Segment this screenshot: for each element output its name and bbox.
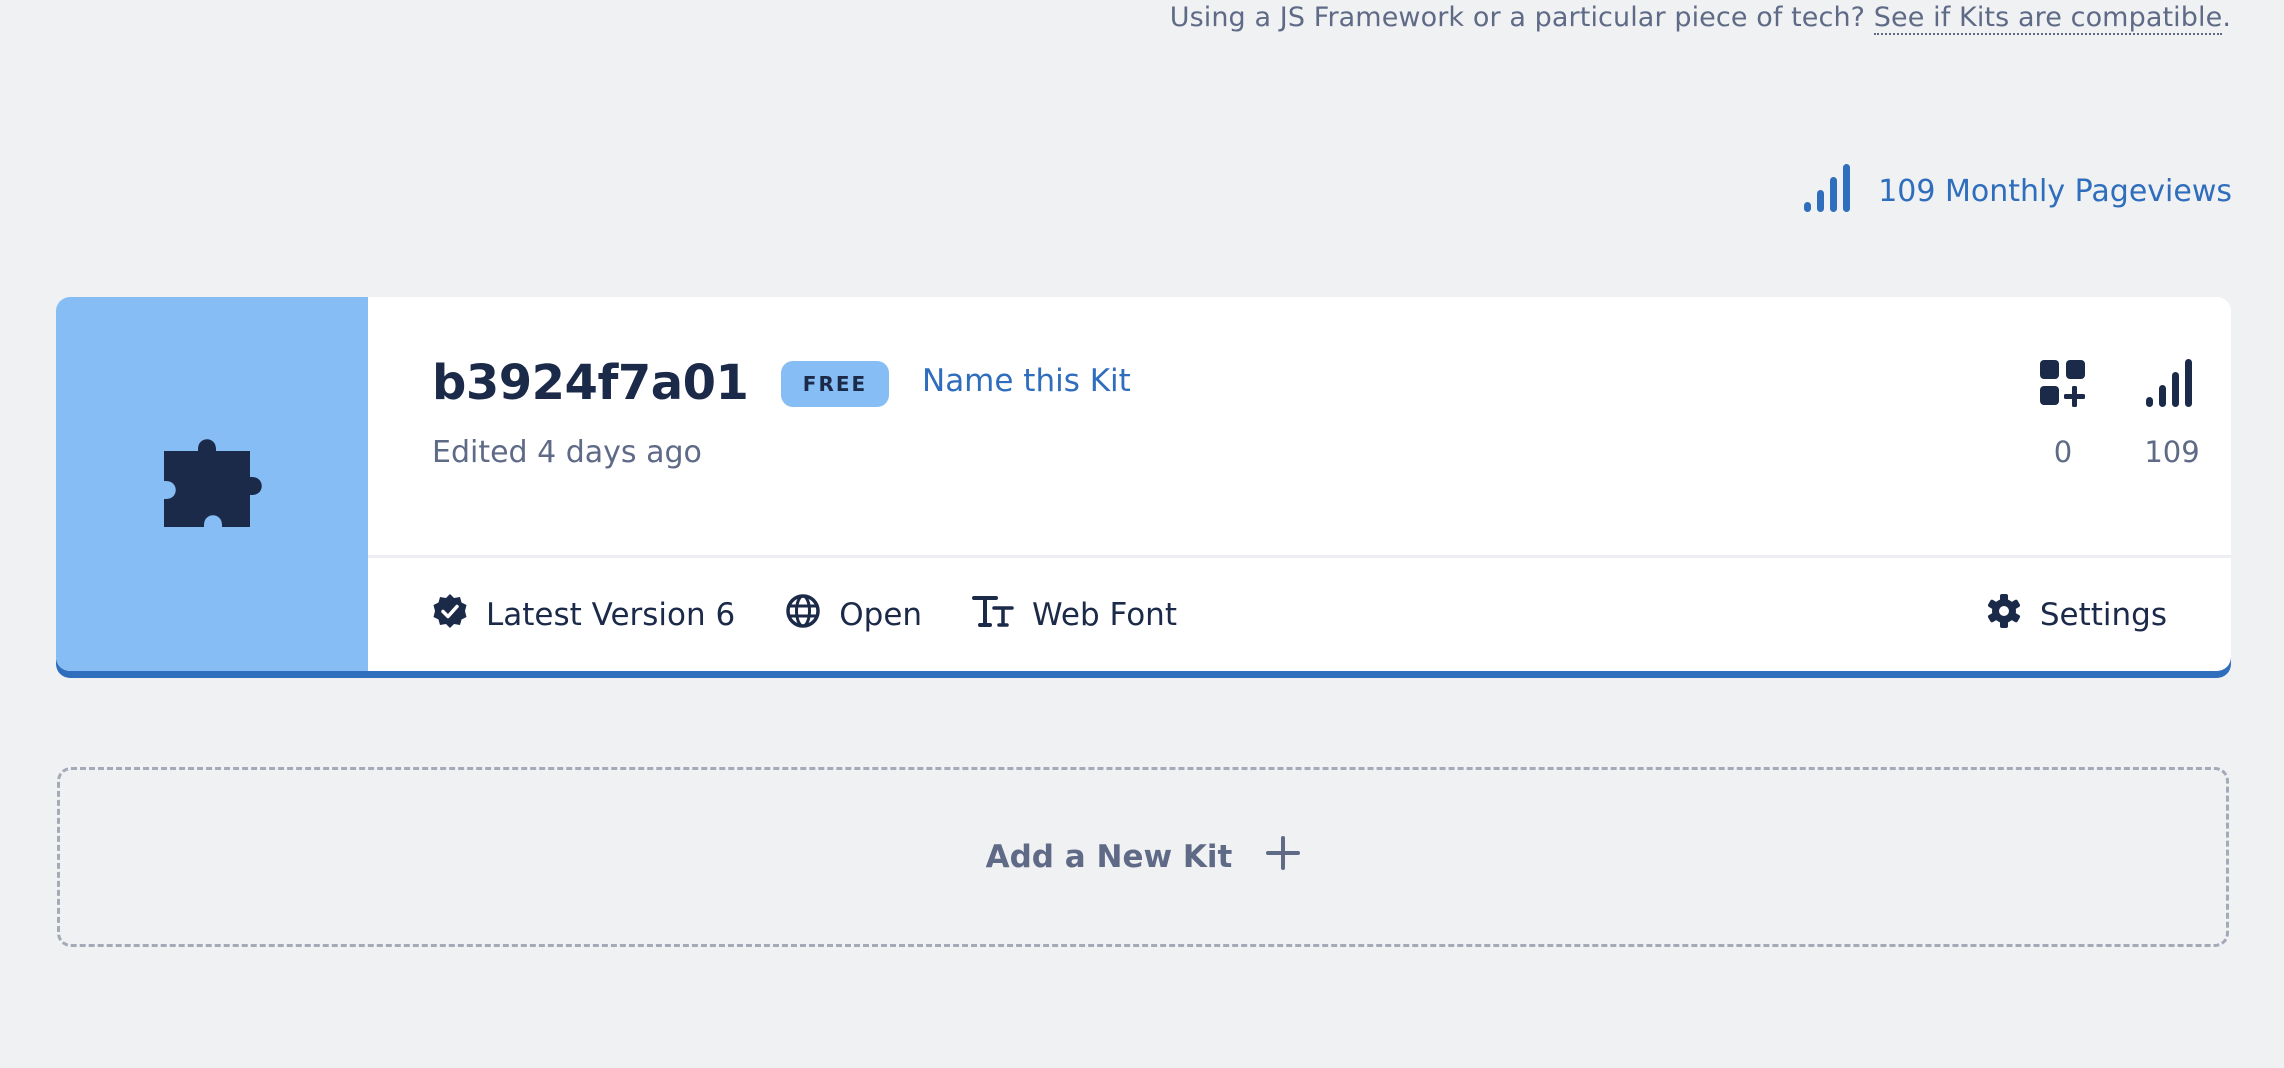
custom-icons-count: 0: [2053, 435, 2073, 469]
pageviews-count: 109: [2144, 435, 2200, 469]
monthly-pageviews: 109 Monthly Pageviews: [1802, 162, 2232, 220]
edited-timestamp: Edited 4 days ago: [432, 435, 702, 470]
kit-thumbnail[interactable]: [56, 297, 368, 671]
signal-bars-icon: [1802, 162, 1858, 220]
settings-button[interactable]: Settings: [1986, 593, 2167, 637]
pageviews-stat[interactable]: 109: [2132, 359, 2212, 469]
version-info[interactable]: Latest Version 6: [432, 593, 735, 637]
compatibility-note: Using a JS Framework or a particular pie…: [1169, 2, 2231, 35]
plan-badge: FREE: [781, 361, 889, 407]
kit-name[interactable]: b3924f7a01: [432, 355, 749, 411]
custom-icons-icon: [2039, 360, 2087, 411]
puzzle-piece-icon: [162, 433, 262, 535]
signal-bars-icon: [2144, 359, 2200, 411]
settings-label: Settings: [2039, 596, 2167, 633]
custom-icons-stat[interactable]: 0: [2023, 359, 2103, 469]
badge-check-icon: [432, 593, 468, 637]
compatibility-link[interactable]: See if Kits are compatible: [1873, 2, 2223, 35]
compatibility-end: .: [2222, 2, 2231, 33]
pageviews-label: 109 Monthly Pageviews: [1878, 173, 2232, 209]
visibility-label: Open: [839, 596, 923, 633]
gear-icon: [1986, 593, 2022, 637]
globe-icon: [785, 593, 821, 637]
name-kit-link[interactable]: Name this Kit: [922, 363, 1131, 399]
kit-card[interactable]: b3924f7a01 FREE Name this Kit Edited 4 d…: [56, 297, 2231, 671]
plus-icon: [1266, 836, 1301, 878]
add-kit-label: Add a New Kit: [985, 839, 1233, 875]
compatibility-text: Using a JS Framework or a particular pie…: [1169, 2, 1874, 33]
version-label: Latest Version 6: [486, 596, 736, 633]
text-size-icon: [972, 594, 1014, 636]
kit-meta-bar: Latest Version 6 Open Web Font Settings: [368, 558, 2231, 671]
tech-info[interactable]: Web Font: [972, 594, 1177, 636]
kit-header: b3924f7a01 FREE Name this Kit Edited 4 d…: [368, 297, 2231, 558]
add-new-kit-button[interactable]: Add a New Kit: [57, 767, 2229, 947]
visibility-info[interactable]: Open: [785, 593, 922, 637]
tech-label: Web Font: [1032, 596, 1177, 633]
